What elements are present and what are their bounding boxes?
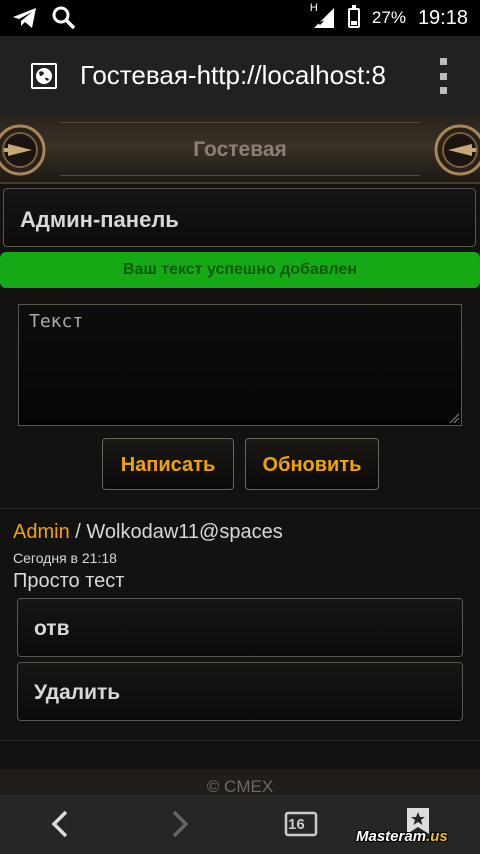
post-author-link[interactable]: Admin: [13, 521, 70, 543]
refresh-button[interactable]: Обновить: [245, 438, 379, 490]
overflow-menu-icon[interactable]: [440, 58, 448, 94]
battery-icon: [347, 5, 360, 28]
post-date: Сегодня в 21:18: [13, 550, 117, 566]
battery-percent: 27%: [371, 8, 406, 27]
browser-toolbar: Гостевая-http://localhost:8: [0, 36, 480, 116]
admin-panel-label: Админ-панель: [20, 207, 179, 232]
divider: [0, 740, 480, 741]
post-text: Просто тест: [13, 570, 125, 592]
reply-button[interactable]: отв: [17, 598, 463, 657]
reply-button-label: отв: [34, 617, 70, 640]
page-title: Гостевая: [193, 138, 287, 161]
divider: [0, 508, 480, 509]
watermark-text: Masteram: [356, 828, 427, 845]
post-separator: /: [75, 521, 81, 543]
battery-level: [350, 21, 357, 25]
status-bar: H 27% 19:18: [0, 0, 480, 36]
back-icon[interactable]: [48, 806, 72, 842]
post-email: Wolkodaw11@spaces: [86, 521, 283, 543]
admin-panel-button[interactable]: Админ-панель: [3, 188, 476, 247]
post-meta: Admin / Wolkodaw11@spaces: [13, 521, 283, 544]
success-message: Ваш текст успешно добавлен: [0, 252, 480, 288]
watermark: Masteram.us: [356, 828, 448, 845]
message-textarea[interactable]: [18, 304, 462, 426]
footer-copyright: © CMEX: [206, 777, 274, 796]
emblem-right-icon: [434, 124, 480, 176]
delete-button-label: Удалить: [34, 681, 121, 704]
page-header: Гостевая: [0, 116, 480, 184]
page-title-url[interactable]: Гостевая-http://localhost:8: [80, 60, 394, 94]
watermark-suffix: .us: [426, 828, 448, 845]
signal-icon: H: [310, 2, 336, 30]
search-icon: [52, 6, 76, 30]
delete-button[interactable]: Удалить: [17, 662, 463, 721]
telegram-icon: [13, 8, 36, 28]
forward-icon[interactable]: [168, 806, 192, 842]
submit-button[interactable]: Написать: [102, 438, 234, 490]
clock: 19:18: [417, 6, 468, 29]
globe-icon[interactable]: [31, 63, 57, 89]
tabs-count: 16: [288, 816, 305, 833]
resize-handle-icon[interactable]: [448, 412, 460, 424]
